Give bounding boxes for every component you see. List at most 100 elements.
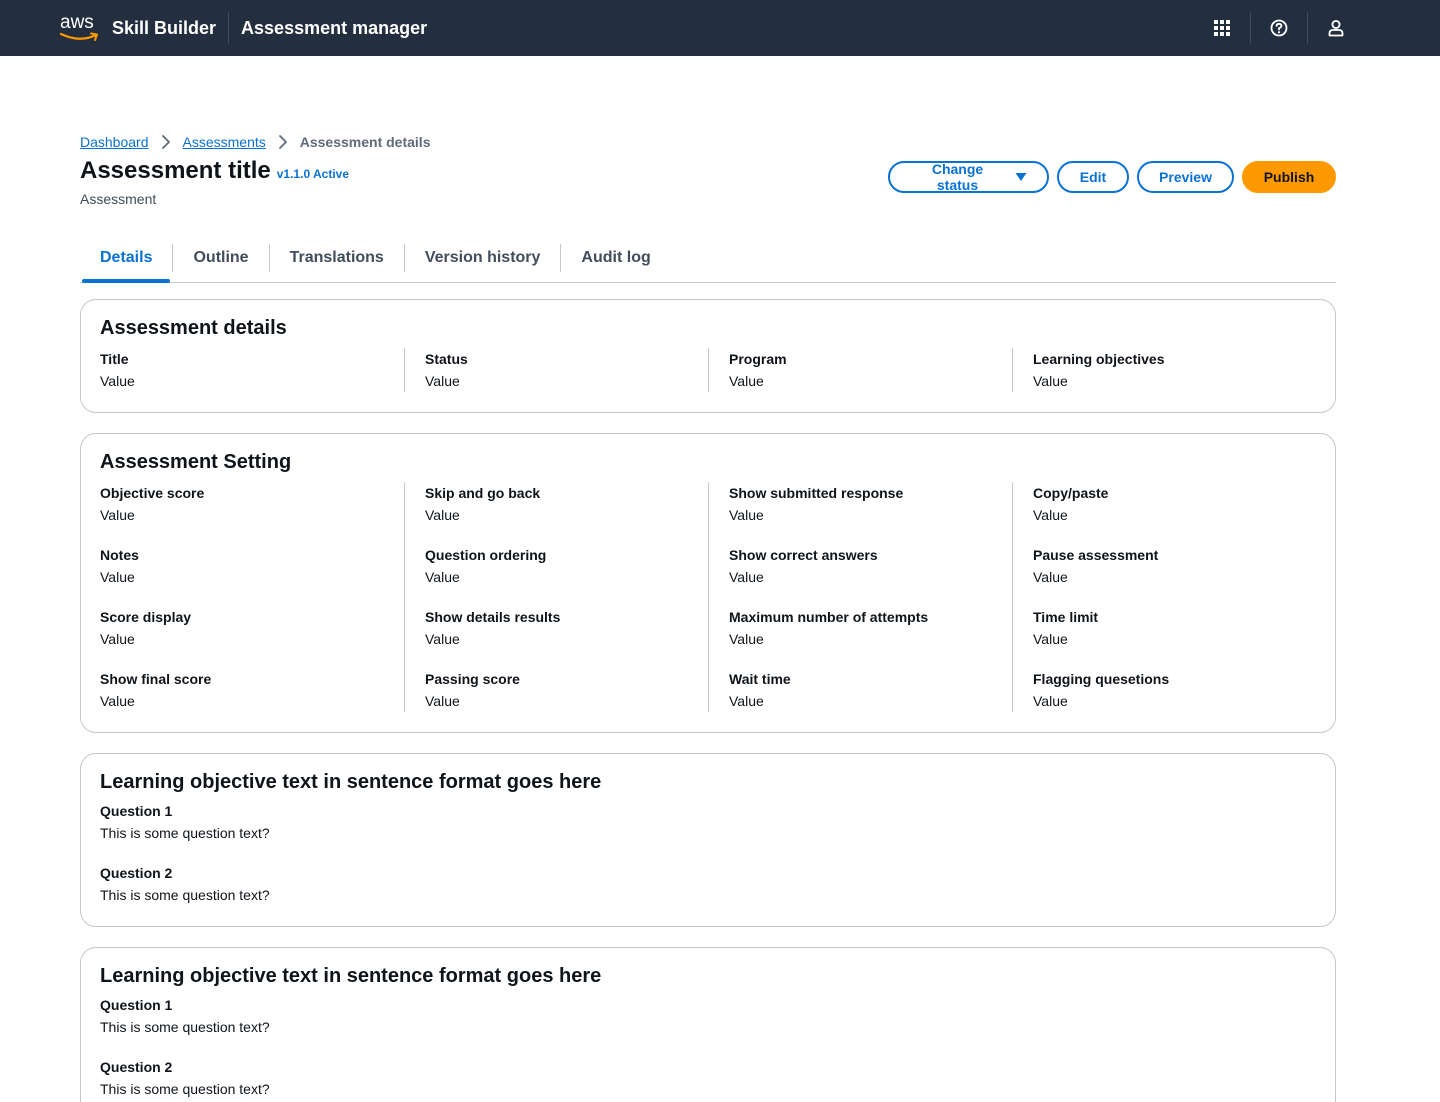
apps-grid-icon[interactable] (1194, 0, 1250, 56)
brand[interactable]: aws Skill Builder Assessment manager (60, 0, 427, 56)
kv-pair: Maximum number of attempts Value (729, 606, 992, 650)
kv-value: Value (729, 373, 764, 389)
question-text: This is some question text? (100, 1019, 270, 1035)
top-actions (1194, 0, 1364, 56)
kv-pair: Show final score Value (100, 668, 384, 712)
page-subtitle: Assessment (80, 191, 157, 207)
learning-objective-title: Learning objective text in sentence form… (100, 771, 602, 793)
question-list: Question 1 This is some question text? Q… (100, 800, 1316, 906)
kv-pair: Status Value (425, 348, 688, 392)
kv-pair: Score display Value (100, 606, 384, 650)
kv-key: Notes (100, 547, 139, 563)
kv-value: Value (1033, 693, 1068, 709)
kv-pair: Passing score Value (425, 668, 688, 712)
version-status-badge: v1.1.0 Active (276, 167, 350, 181)
header-actions: Change status Edit Preview Publish (888, 161, 1336, 193)
aws-logo-text: aws (60, 12, 94, 33)
kv-column: Show submitted response Value Show correc… (708, 482, 1012, 712)
chevron-right-icon (161, 135, 171, 149)
kv-value: Value (425, 631, 460, 647)
card-title: Assessment details (100, 317, 287, 339)
change-status-button[interactable]: Change status (888, 161, 1049, 193)
kv-key: Flagging quesetions (1033, 671, 1170, 687)
help-icon[interactable] (1251, 0, 1307, 56)
kv-pair: Learning objectives Value (1033, 348, 1296, 392)
kv-pair: Show submitted response Value (729, 482, 992, 526)
header-divider (228, 12, 230, 44)
kv-column: Learning objectives Value (1012, 348, 1316, 392)
breadcrumb: Dashboard Assessments Assessment details (80, 131, 1336, 153)
chevron-right-icon (278, 135, 288, 149)
question-label: Question 2 (100, 1059, 173, 1075)
kv-key: Show submitted response (729, 485, 904, 501)
product-name: Skill Builder (112, 17, 217, 38)
kv-pair: Title Value (100, 348, 384, 392)
kv-pair: Skip and go back Value (425, 482, 688, 526)
kv-pair: Show details results Value (425, 606, 688, 650)
kv-value: Value (100, 507, 135, 523)
question-item: Question 1 This is some question text? (100, 994, 1316, 1038)
kv-pair: Show correct answers Value (729, 544, 992, 588)
preview-button[interactable]: Preview (1137, 161, 1234, 193)
kv-column: Status Value (404, 348, 708, 392)
tab-audit-log[interactable]: Audit log (561, 233, 670, 282)
tab-version-history[interactable]: Version history (405, 233, 561, 282)
kv-value: Value (729, 569, 764, 585)
kv-value: Value (1033, 373, 1068, 389)
question-label: Question 1 (100, 803, 173, 819)
learning-objective-title: Learning objective text in sentence form… (100, 965, 602, 987)
tab-details[interactable]: Details (80, 233, 172, 283)
kv-key: Show correct answers (729, 547, 878, 563)
kv-value: Value (100, 693, 135, 709)
kv-value: Value (425, 569, 460, 585)
kv-value: Value (425, 693, 460, 709)
page-title: Assessment title (80, 157, 271, 184)
kv-column: Title Value (100, 348, 404, 392)
kv-value: Value (1033, 569, 1068, 585)
kv-key: Score display (100, 609, 192, 625)
kv-key: Skip and go back (425, 485, 541, 501)
publish-button[interactable]: Publish (1242, 161, 1336, 193)
kv-pair: Copy/paste Value (1033, 482, 1296, 526)
kv-key: Show details results (425, 609, 561, 625)
assessment-setting-card: Assessment Setting Objective score Value … (80, 433, 1336, 733)
question-item: Question 2 This is some question text? (100, 1056, 1316, 1100)
breadcrumb-dashboard[interactable]: Dashboard (80, 134, 149, 150)
assessment-details-card: Assessment details Title Value Status Va… (80, 299, 1336, 413)
kv-key: Time limit (1033, 609, 1099, 625)
kv-pair: Flagging quesetions Value (1033, 668, 1296, 712)
key-value-grid: Title Value Status Value Program Value L… (100, 348, 1316, 392)
user-icon[interactable] (1308, 0, 1364, 56)
caret-down-icon (1015, 172, 1027, 182)
tabs: Details Outline Translations Version his… (80, 233, 1336, 283)
question-text: This is some question text? (100, 887, 270, 903)
kv-key: Title (100, 351, 129, 367)
question-text: This is some question text? (100, 825, 270, 841)
kv-key: Passing score (425, 671, 520, 687)
kv-key: Show final score (100, 671, 212, 687)
kv-key: Copy/paste (1033, 485, 1109, 501)
tab-outline[interactable]: Outline (173, 233, 268, 282)
kv-pair: Question ordering Value (425, 544, 688, 588)
learning-objective-card: Learning objective text in sentence form… (80, 753, 1336, 927)
kv-value: Value (100, 569, 135, 585)
tab-translations[interactable]: Translations (270, 233, 404, 282)
edit-button[interactable]: Edit (1057, 161, 1129, 193)
learning-objective-card: Learning objective text in sentence form… (80, 947, 1336, 1102)
kv-key: Status (425, 351, 468, 367)
app-name: Assessment manager (241, 17, 428, 38)
kv-value: Value (100, 373, 135, 389)
question-label: Question 2 (100, 865, 173, 881)
kv-key: Question ordering (425, 547, 547, 563)
kv-key: Program (729, 351, 787, 367)
change-status-label: Change status (931, 161, 984, 193)
kv-value: Value (729, 631, 764, 647)
kv-value: Value (729, 507, 764, 523)
question-text: This is some question text? (100, 1081, 270, 1097)
kv-key: Learning objectives (1033, 351, 1165, 367)
breadcrumb-current: Assessment details (299, 134, 431, 150)
kv-column: Skip and go back Value Question ordering V… (404, 482, 708, 712)
kv-value: Value (425, 507, 460, 523)
main-content: Dashboard Assessments Assessment details… (0, 131, 1440, 1102)
breadcrumb-assessments[interactable]: Assessments (183, 134, 266, 150)
